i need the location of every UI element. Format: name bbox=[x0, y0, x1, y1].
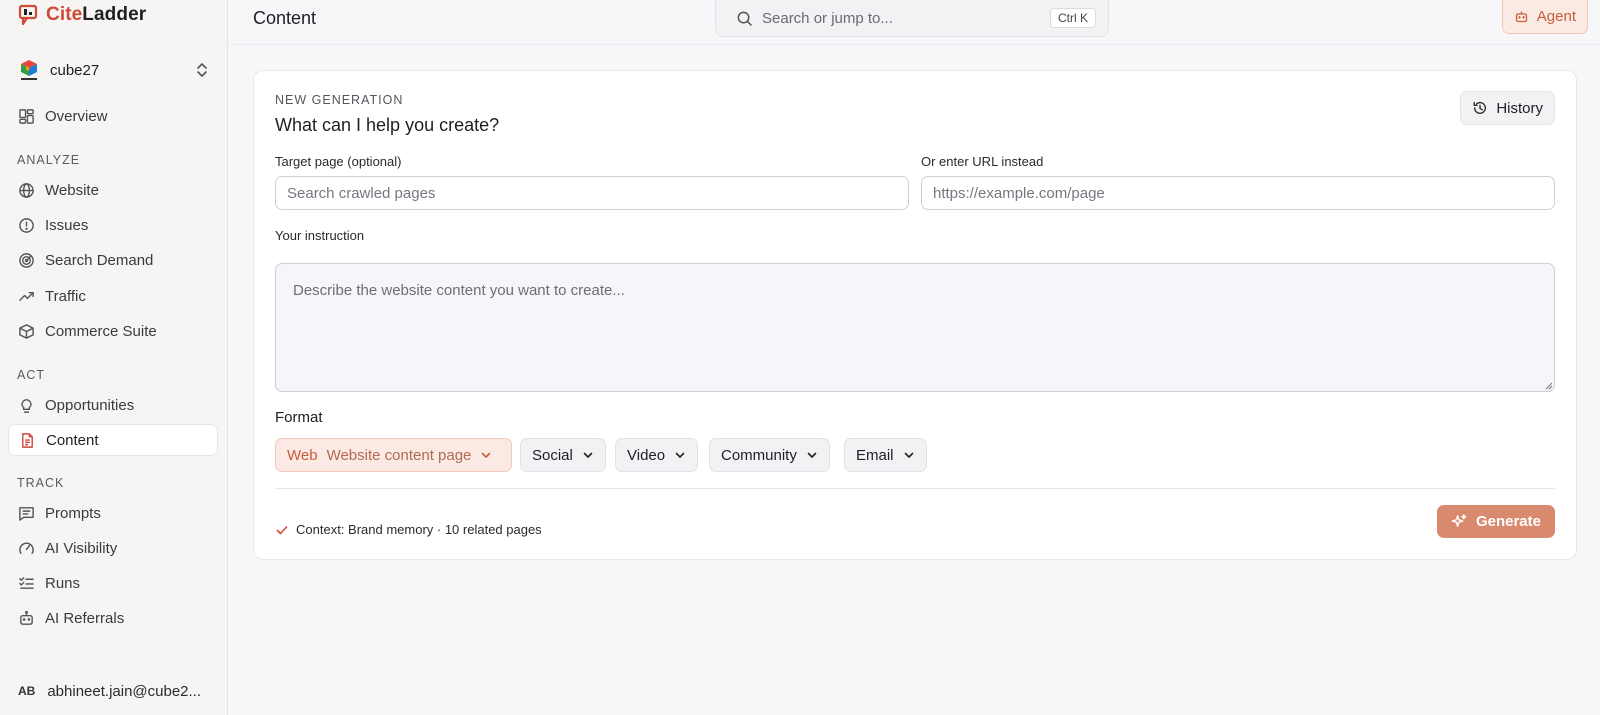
dashboard-icon bbox=[19, 108, 34, 124]
user-menu[interactable]: AB abhineet.jain@cube2... bbox=[10, 676, 216, 706]
user-email: abhineet.jain@cube2... bbox=[47, 682, 202, 700]
target-page-label: Target page (optional) bbox=[275, 154, 402, 169]
sidebar-item-search-demand[interactable]: Search Demand bbox=[8, 244, 218, 276]
sidebar-item-ai-referrals[interactable]: AI Referrals bbox=[8, 602, 218, 634]
resize-grip-icon[interactable] bbox=[1543, 380, 1553, 390]
chevron-down-icon bbox=[904, 452, 913, 458]
sidebar-item-prompts[interactable]: Prompts bbox=[8, 497, 218, 529]
top-header: Content Search or jump to... Ctrl K Agen… bbox=[228, 0, 1600, 45]
section-label-analyze: ANALYZE bbox=[17, 153, 81, 167]
sidebar-item-label: AI Referrals bbox=[45, 609, 125, 627]
bot-icon bbox=[1515, 11, 1527, 23]
sidebar-item-label: Content bbox=[46, 431, 99, 449]
lightbulb-icon bbox=[21, 398, 32, 413]
trending-up-icon bbox=[19, 291, 34, 301]
context-text: Context: Brand memory · 10 related pages bbox=[296, 522, 542, 537]
chevron-down-icon bbox=[675, 452, 685, 458]
format-type-label: Web bbox=[287, 446, 318, 464]
card-divider bbox=[275, 488, 1555, 489]
sidebar-item-website[interactable]: Website bbox=[8, 174, 218, 206]
sidebar-item-label: Commerce Suite bbox=[45, 322, 157, 340]
gauge-icon bbox=[19, 542, 34, 554]
org-logo-icon bbox=[21, 60, 37, 80]
agent-button[interactable]: Agent bbox=[1501, 0, 1588, 34]
sidebar-item-label: Opportunities bbox=[45, 396, 135, 414]
avatar: AB bbox=[18, 684, 36, 698]
globe-icon bbox=[19, 182, 34, 198]
global-search[interactable]: Search or jump to... Ctrl K bbox=[715, 0, 1109, 37]
sidebar-item-overview[interactable]: Overview bbox=[8, 100, 218, 132]
chevron-down-icon bbox=[482, 452, 491, 458]
sidebar-item-traffic[interactable]: Traffic bbox=[8, 280, 218, 312]
instruction-textarea[interactable] bbox=[275, 263, 1555, 392]
chevron-down-icon bbox=[807, 452, 817, 458]
chevron-up-down-icon bbox=[197, 63, 207, 77]
search-shortcut-badge: Ctrl K bbox=[1050, 8, 1096, 28]
card-title: What can I help you create? bbox=[275, 115, 500, 135]
brand-logo[interactable]: CiteLadder bbox=[18, 2, 146, 28]
generate-button[interactable]: Generate bbox=[1436, 505, 1555, 538]
org-name: cube27 bbox=[50, 61, 100, 79]
package-icon bbox=[19, 323, 34, 339]
alert-circle-icon bbox=[19, 217, 34, 233]
sidebar-item-runs[interactable]: Runs bbox=[8, 567, 218, 599]
sidebar-item-issues[interactable]: Issues bbox=[8, 209, 218, 241]
sidebar-item-commerce-suite[interactable]: Commerce Suite bbox=[8, 315, 218, 347]
sidebar-item-label: Runs bbox=[45, 574, 81, 592]
search-icon bbox=[737, 11, 752, 26]
agent-button-label: Agent bbox=[1536, 8, 1576, 25]
format-label: Format bbox=[275, 409, 323, 426]
search-placeholder: Search or jump to... bbox=[762, 9, 893, 27]
sidebar-item-opportunities[interactable]: Opportunities bbox=[8, 389, 218, 421]
sidebar-item-label: Issues bbox=[45, 216, 89, 234]
sidebar-item-label: Prompts bbox=[45, 504, 101, 522]
sidebar-item-label: Overview bbox=[45, 107, 108, 125]
bot-icon bbox=[20, 610, 33, 625]
sidebar-item-label: AI Visibility bbox=[45, 539, 118, 557]
format-web-dropdown[interactable]: Web Website content page bbox=[275, 438, 512, 472]
format-community-dropdown[interactable]: Community bbox=[709, 438, 830, 472]
citeladder-logo-icon bbox=[18, 4, 38, 26]
new-generation-card: NEW GENERATION What can I help you creat… bbox=[253, 70, 1577, 560]
sparkles-icon bbox=[1451, 514, 1467, 527]
format-value-label: Website content page bbox=[326, 446, 472, 464]
message-square-icon bbox=[19, 506, 34, 521]
format-video-dropdown[interactable]: Video bbox=[615, 438, 699, 472]
section-label-act: ACT bbox=[17, 368, 45, 382]
instruction-label: Your instruction bbox=[275, 228, 365, 243]
url-label: Or enter URL instead bbox=[921, 154, 1044, 169]
sidebar-item-label: Traffic bbox=[45, 287, 86, 305]
history-button-label: History bbox=[1496, 99, 1543, 117]
format-community-label: Community bbox=[721, 446, 797, 464]
org-switcher[interactable]: cube27 bbox=[10, 53, 216, 87]
format-social-dropdown[interactable]: Social bbox=[520, 438, 606, 472]
format-email-dropdown[interactable]: Email bbox=[844, 438, 927, 472]
url-input[interactable] bbox=[921, 176, 1555, 210]
context-summary: Context: Brand memory · 10 related pages bbox=[275, 522, 542, 537]
card-eyebrow: NEW GENERATION bbox=[275, 93, 404, 107]
sidebar-item-content[interactable]: Content bbox=[8, 424, 218, 456]
chevron-down-icon bbox=[583, 452, 593, 458]
history-button[interactable]: History bbox=[1460, 91, 1555, 125]
radar-icon bbox=[19, 252, 34, 268]
section-label-track: TRACK bbox=[17, 476, 65, 490]
sidebar: CiteLadder cube27 Overview ANALYZE Websi… bbox=[0, 0, 228, 715]
history-icon bbox=[1473, 101, 1487, 114]
target-page-search-input[interactable] bbox=[275, 176, 909, 210]
sidebar-item-label: Search Demand bbox=[45, 251, 154, 269]
format-social-label: Social bbox=[532, 446, 573, 464]
check-icon bbox=[276, 525, 288, 534]
page-title: Content bbox=[253, 8, 317, 28]
sidebar-item-label: Website bbox=[45, 181, 99, 199]
sidebar-item-ai-visibility[interactable]: AI Visibility bbox=[8, 532, 218, 564]
format-video-label: Video bbox=[627, 446, 666, 464]
brand-name: CiteLadder bbox=[46, 4, 147, 25]
generate-button-label: Generate bbox=[1475, 513, 1541, 530]
document-icon bbox=[22, 432, 33, 448]
list-checks-icon bbox=[19, 576, 34, 589]
format-email-label: Email bbox=[856, 446, 894, 464]
